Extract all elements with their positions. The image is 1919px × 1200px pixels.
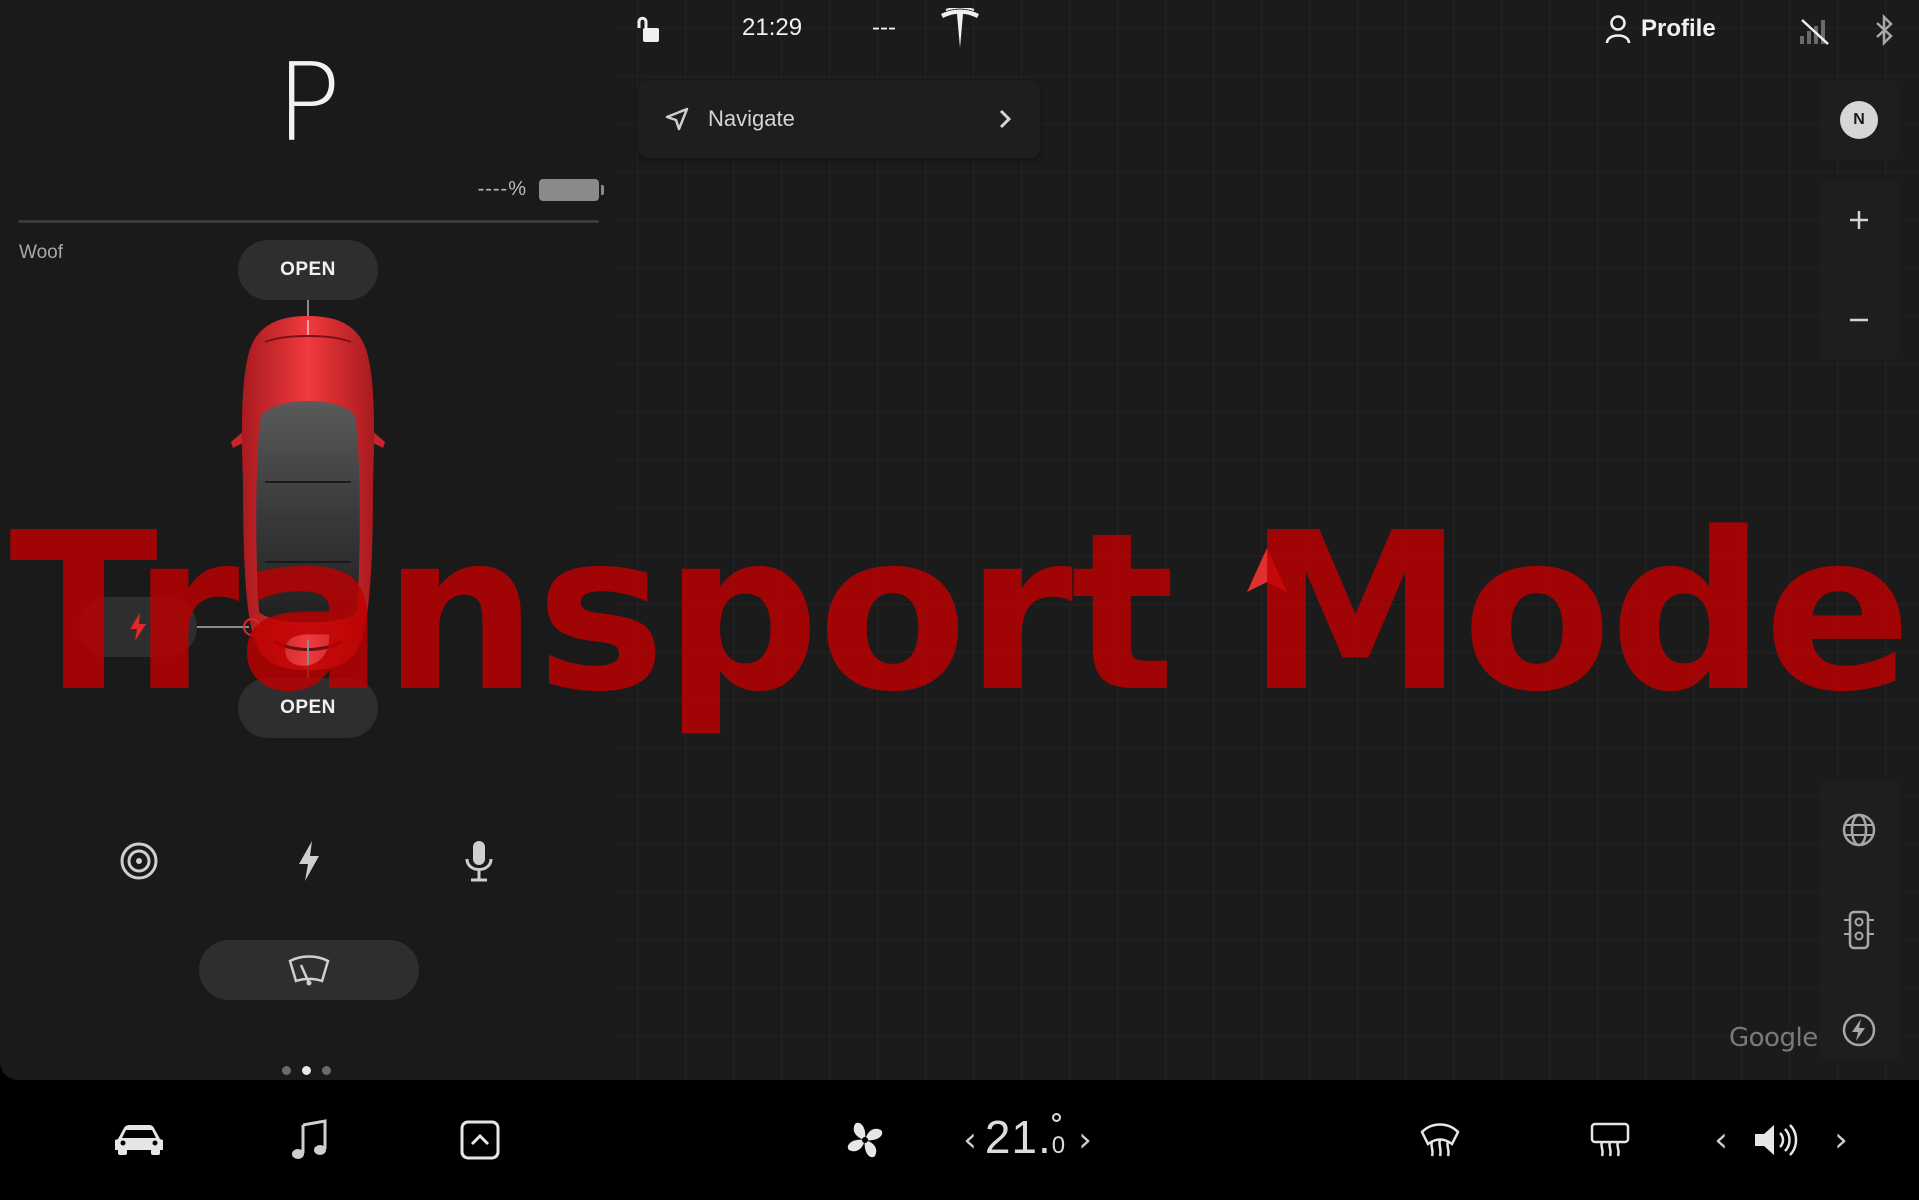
bluetooth-button[interactable] [1874, 13, 1896, 53]
frunk-open-button[interactable]: OPEN [238, 240, 378, 300]
unlocked-icon [637, 16, 659, 42]
chevron-left-icon: ‹ [963, 1120, 977, 1160]
trunk-open-button[interactable]: OPEN [238, 678, 378, 738]
temp-up-button[interactable]: › [1070, 1110, 1100, 1170]
vehicle-card: P ----% Woof OPEN OPEN [0, 0, 617, 1080]
chevron-right-icon: › [1834, 1120, 1848, 1160]
wiper-icon [288, 955, 330, 986]
volume-up-button[interactable]: › [1826, 1110, 1856, 1170]
pager-dot[interactable] [282, 1066, 291, 1075]
lock-button[interactable] [635, 14, 665, 53]
compass-button[interactable]: N [1819, 80, 1899, 160]
charge-port-leader-line [197, 626, 249, 628]
front-defrost-button[interactable] [1410, 1110, 1470, 1170]
car-controls-button[interactable] [109, 1110, 169, 1170]
charge-port-marker [243, 618, 261, 636]
profile-label: Profile [1641, 15, 1716, 42]
front-defrost-icon [1420, 1123, 1460, 1157]
dashcam-button[interactable] [113, 835, 165, 887]
app-launcher-button[interactable] [450, 1110, 510, 1170]
chevron-up-icon [460, 1120, 500, 1160]
profile-button[interactable]: Profile [1605, 14, 1716, 44]
battery-percent: ----% [477, 178, 527, 200]
compass-icon: N [1840, 101, 1878, 139]
cellular-status [1798, 16, 1830, 53]
map-attribution: Google [1729, 1023, 1818, 1053]
no-signal-icon [1800, 19, 1829, 45]
superchargers-button[interactable] [1819, 1000, 1899, 1060]
wiper-button[interactable] [199, 940, 419, 1000]
rear-defrost-icon [1590, 1122, 1630, 1157]
car-icon [115, 1125, 163, 1155]
battery-icon [539, 178, 604, 201]
lightning-icon [299, 841, 319, 881]
navigation-arrow-icon [665, 107, 689, 131]
clock: 21:29 [742, 14, 803, 41]
zoom-controls [1819, 180, 1899, 360]
zoom-in-button[interactable] [1819, 180, 1899, 260]
navigate-label: Navigate [708, 106, 795, 131]
charging-station-icon [1842, 1013, 1876, 1047]
speaker-icon [1755, 1124, 1798, 1156]
trunk-leader-line [307, 640, 309, 678]
status-bar: 21:29 --- Profile [617, 0, 1919, 62]
navigate-search[interactable]: Navigate [638, 80, 1040, 158]
divider [18, 220, 599, 223]
battery-status: ----% [477, 178, 604, 201]
degree-symbol [1052, 1113, 1061, 1122]
person-icon [1605, 15, 1631, 44]
chevron-left-icon: ‹ [1714, 1120, 1728, 1160]
card-pager[interactable] [282, 1066, 331, 1075]
charge-port-button[interactable] [79, 597, 197, 657]
temperature-decimal: 0 [1051, 1132, 1066, 1159]
rear-defrost-button[interactable] [1580, 1110, 1640, 1170]
globe-icon [1842, 813, 1876, 847]
fan-icon [847, 1122, 883, 1158]
car-name: Woof [19, 242, 64, 263]
microphone-icon [465, 841, 493, 882]
plus-icon [1850, 211, 1868, 229]
satellite-button[interactable] [1819, 800, 1899, 860]
pager-dot[interactable] [322, 1066, 331, 1075]
outside-temperature: --- [872, 14, 896, 41]
charge-button[interactable] [283, 835, 335, 887]
music-note-icon [292, 1119, 327, 1159]
chevron-right-icon [999, 109, 1012, 129]
tesla-logo-icon [941, 6, 979, 48]
minus-icon [1850, 318, 1868, 322]
map-view[interactable] [617, 0, 1919, 1080]
lightning-icon [130, 613, 146, 641]
chevron-right-icon: › [1078, 1120, 1092, 1160]
voice-button[interactable] [453, 835, 505, 887]
traffic-light-icon [1844, 910, 1874, 950]
climate-fan-button[interactable] [835, 1110, 895, 1170]
temperature-value: 21. [984, 1111, 1052, 1163]
dashcam-icon [120, 842, 158, 880]
media-button[interactable] [279, 1110, 339, 1170]
map-layer-controls [1819, 780, 1899, 1060]
tesla-logo-button[interactable] [939, 6, 981, 59]
volume-button[interactable] [1752, 1110, 1802, 1170]
volume-down-button[interactable]: ‹ [1706, 1110, 1736, 1170]
traffic-button[interactable] [1819, 900, 1899, 960]
gear-indicator: P [275, 41, 342, 166]
zoom-out-button[interactable] [1819, 280, 1899, 360]
pager-dot-active[interactable] [302, 1066, 311, 1075]
bluetooth-icon [1876, 13, 1893, 47]
vehicle-position-arrow-icon [1247, 548, 1287, 592]
